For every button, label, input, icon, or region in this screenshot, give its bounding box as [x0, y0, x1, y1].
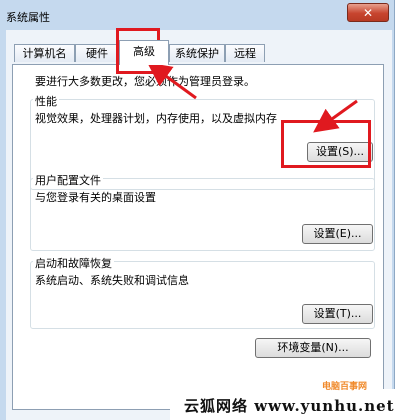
annotation-arrows — [147, 62, 358, 133]
tab-advanced[interactable]: 高级 — [119, 40, 169, 65]
arrow-to-settings-button — [313, 99, 358, 133]
arrow-to-advanced-tab — [147, 62, 197, 100]
watermark-logo: 电脑百事网 — [322, 382, 368, 392]
watermark: 电脑百事网 云狐网络 www.yunhu.net — [170, 382, 400, 420]
watermark-text: 云狐网络 www.yunhu.net — [184, 397, 395, 415]
